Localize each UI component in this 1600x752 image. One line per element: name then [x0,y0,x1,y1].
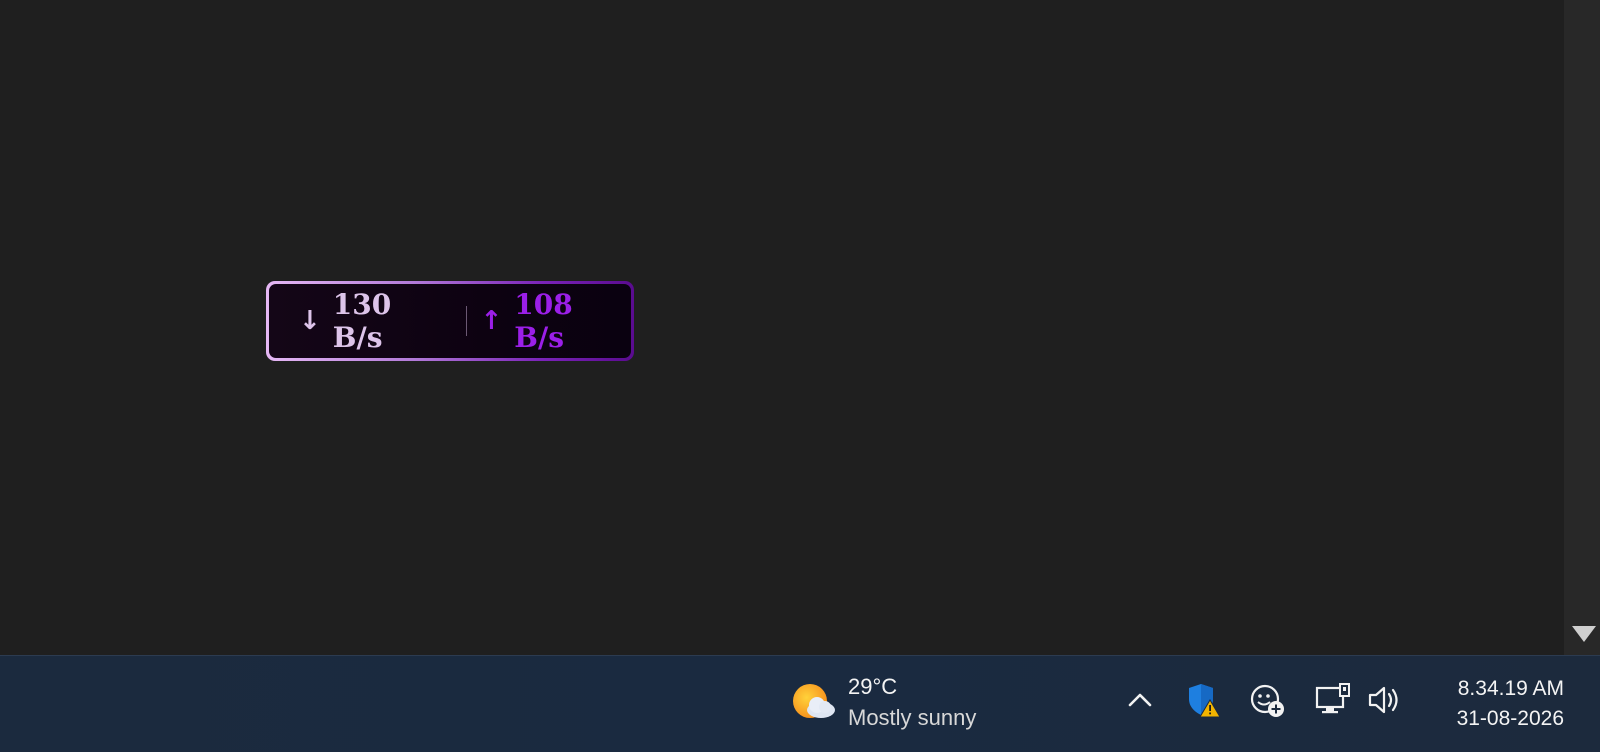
taskbar-clock[interactable]: 8.34.19 AM 31-08-2026 [1457,674,1564,734]
clock-time: 8.34.19 AM [1457,677,1564,700]
shield-warning-icon[interactable] [1183,680,1223,720]
netspeed-widget-body: ↓ 130 B/s ↑ 108 B/s [269,284,631,358]
weather-widget[interactable]: 29°C Mostly sunny [790,670,976,736]
download-arrow-icon: ↓ [299,306,321,336]
download-speed-value: 130 B/s [332,288,392,354]
network-icon[interactable] [1313,680,1353,720]
vertical-scrollbar[interactable] [1564,0,1600,655]
upload-speed-value: 108 B/s [514,288,573,354]
weather-temperature: 29°C [848,674,898,699]
desktop-area [0,0,1564,655]
upload-speed: ↑ 108 B/s [481,288,632,354]
volume-icon[interactable] [1365,680,1405,720]
clock-date: 31-08-2026 [1456,707,1564,730]
weather-text: 29°C Mostly sunny [848,672,976,734]
taskbar: 29°C Mostly sunny 8.34.19 AM 31-08-2026 [0,655,1600,752]
netspeed-divider [465,306,467,336]
weather-condition: Mostly sunny [848,705,977,730]
scroll-down-arrow-icon[interactable] [1572,626,1596,642]
chevron-up-icon[interactable] [1120,680,1160,720]
sun-cloud-icon [793,684,835,718]
upload-arrow-icon: ↑ [480,306,503,336]
meet-now-icon[interactable] [1247,680,1287,720]
netspeed-widget[interactable]: ↓ 130 B/s ↑ 108 B/s [266,281,634,361]
download-speed: ↓ 130 B/s [299,288,450,354]
